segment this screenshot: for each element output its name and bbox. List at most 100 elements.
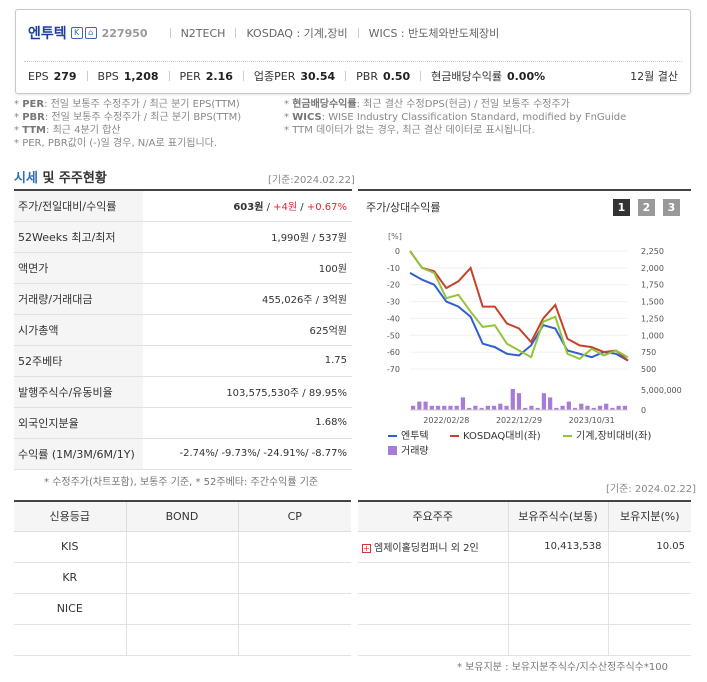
shareholder-table: 주요주주 보유주식수(보통) 보유지분(%) + 엠제이홀딩컴퍼니 외 2인 10… [358,500,691,656]
table-row: 수익률 (1M/3M/6M/1Y) -2.74%/ -9.73%/ -24.91%… [14,438,352,470]
table-header-row: 주요주주 보유주식수(보통) 보유지분(%) [358,501,691,532]
table-row: 액면가 100원 [14,252,352,284]
row-label: 발행주식수/유동비율 [14,376,143,408]
y-left-tick-label: -40 [387,314,400,323]
holder-shares: 10,413,538 [508,531,609,563]
volume-bar [597,405,603,410]
volume-bar [529,405,534,410]
agency-cell [14,624,127,656]
metric-pbr: PBR 0.50 [356,69,411,83]
volume-bar [504,405,509,410]
table-row [358,562,691,594]
volume-bar [411,405,416,410]
row-label: 52Weeks 최고/최저 [14,221,143,253]
legend-label: 기계,장비대비(좌) [576,430,651,442]
note-item: * 현금배당수익률: 최근 결산 수정DPS(현금) / 전일 보통주 수정주가 [284,99,570,110]
y-right-tick-label: 1,000 [641,331,664,340]
row-value: 103,575,530주 / 89.95% [143,376,352,408]
return-value: -2.74%/ -9.73%/ -24.91%/ -8.77% [143,438,352,470]
agency-cell: NICE [14,593,127,625]
price-chart: [%] 0 -10 -20 -30 -40 -50 -60 -70 2,250 2,000 1,750… [387,232,682,457]
credit-rating-table: 신용등급 BOND CP KIS KR NICE [14,500,351,656]
note-item: * PER, PBR값이 (-)일 경우, N/A로 표기됩니다. [14,138,218,149]
col-header: 보유주식수(보통) [508,501,609,532]
holder-name: 엠제이홀딩컴퍼니 외 2인 [374,543,479,554]
volume-bar [435,405,441,410]
volume-bar [454,405,459,410]
table-row: KIS [14,531,351,563]
x-tick-label: 2022/02/28 [423,416,469,425]
metric-sector-per: 업종PER 30.54 [253,70,336,83]
volume-bar [566,401,571,410]
y-right-tick-label: 2,250 [641,247,664,256]
y-right-tick-label: 2,000 [641,264,664,273]
y-left-tick-label: -50 [387,331,400,340]
fiscal-month: 12월 결산 [630,70,678,83]
table-row: 발행주식수/유동비율 103,575,530주 / 89.95% [14,376,352,408]
y-left-tick-label: -10 [387,264,400,273]
section-title: 시세 및 주주현황 [14,171,107,186]
volume-bar [460,397,466,410]
section-date: [기준:2024.02.22] [268,175,355,186]
company-header: 엔투텍 K ⌂ 227950 N2TECH KOSDAQ : 기계,장비 WIC… [15,9,691,94]
note-item: * WICS: WISE Industry Classification Sta… [284,112,627,123]
volume-tick-label: 5,000,000 [641,386,682,395]
volume-bar [442,405,447,410]
row-label: 거래량/거래대금 [14,283,143,315]
home-icon[interactable]: ⌂ [84,27,97,39]
volume-bar [616,405,621,410]
volume-bar [429,405,434,410]
volume-bar [516,393,522,410]
legend-label: 엔투텍 [401,430,429,442]
table-row: 주가/전일대비/수익률 603원 / +4원 / +0.67% [14,190,352,222]
volume-tick-label: 0 [641,406,646,415]
market-category: KOSDAQ : 기계,장비 [246,27,348,40]
table-row: NICE [14,593,351,625]
table-row: + 엠제이홀딩컴퍼니 외 2인 10,413,538 10.05 [358,531,691,563]
volume-bar [423,401,428,410]
y-left-tick-label: -60 [387,348,400,357]
price-value: 603원 / +4원 / +0.67% [143,190,352,222]
y-left-tick-label: -30 [387,298,400,307]
x-tick-label: 2022/12/29 [496,416,542,425]
row-label: 52주베타 [14,345,143,377]
company-name[interactable]: 엔투텍 [28,23,67,43]
metric-eps: EPS 279 [28,69,77,83]
row-label: 외국인지분율 [14,407,143,439]
volume-bar [510,389,515,410]
row-value: 1.75 [143,345,352,377]
quote-footnote: * 수정주가(차트포함), 보통주 기준, * 52주베타: 주간수익률 기준 [44,477,319,488]
col-header: CP [238,501,351,532]
y-right-tick-label: 1,500 [641,298,664,307]
col-header: BOND [126,501,239,532]
volume-bar [491,405,497,410]
volume-bar [498,403,503,410]
y-left-tick-label: 0 [395,247,400,256]
row-value: 625억원 [143,314,352,346]
y-right-tick-label: 1,250 [641,314,664,323]
series-line [409,250,629,361]
legend-swatch [388,446,397,455]
wics-category: WICS : 반도체와반도체장비 [368,27,500,40]
volume-bar [604,403,609,410]
row-value: 100원 [143,252,352,284]
y-axis-unit-label: [%] [388,232,402,241]
table-row: 52주베타 1.75 [14,345,352,377]
table-row: 거래량/거래대금 455,026주 / 3억원 [14,283,352,315]
y-right-tick-label: 500 [641,365,656,374]
row-label: 수익률 (1M/3M/6M/1Y) [14,438,143,470]
expand-icon[interactable]: + [362,544,371,553]
holder-name-cell[interactable]: + 엠제이홀딩컴퍼니 외 2인 [358,531,509,563]
lower-date: [기준: 2024.02.22] [606,484,697,495]
note-item: * TTM 데이터가 없는 경우, 최근 결산 데이터로 표시됩니다. [284,125,535,136]
holder-pct: 10.05 [608,531,691,563]
stock-code: 227950 [101,26,148,40]
quote-table: 주가/전일대비/수익률 603원 / +4원 / +0.67% 52Weeks … [14,189,352,470]
volume-bar [541,393,547,410]
company-info-row: 엔투텍 K ⌂ 227950 N2TECH KOSDAQ : 기계,장비 WIC… [28,23,499,43]
row-label: 시가총액 [14,314,143,346]
y-right-tick-label: 1,750 [641,281,664,290]
metric-per: PER 2.16 [179,69,233,83]
table-header-row: 신용등급 BOND CP [14,501,351,532]
volume-bar [548,397,553,410]
